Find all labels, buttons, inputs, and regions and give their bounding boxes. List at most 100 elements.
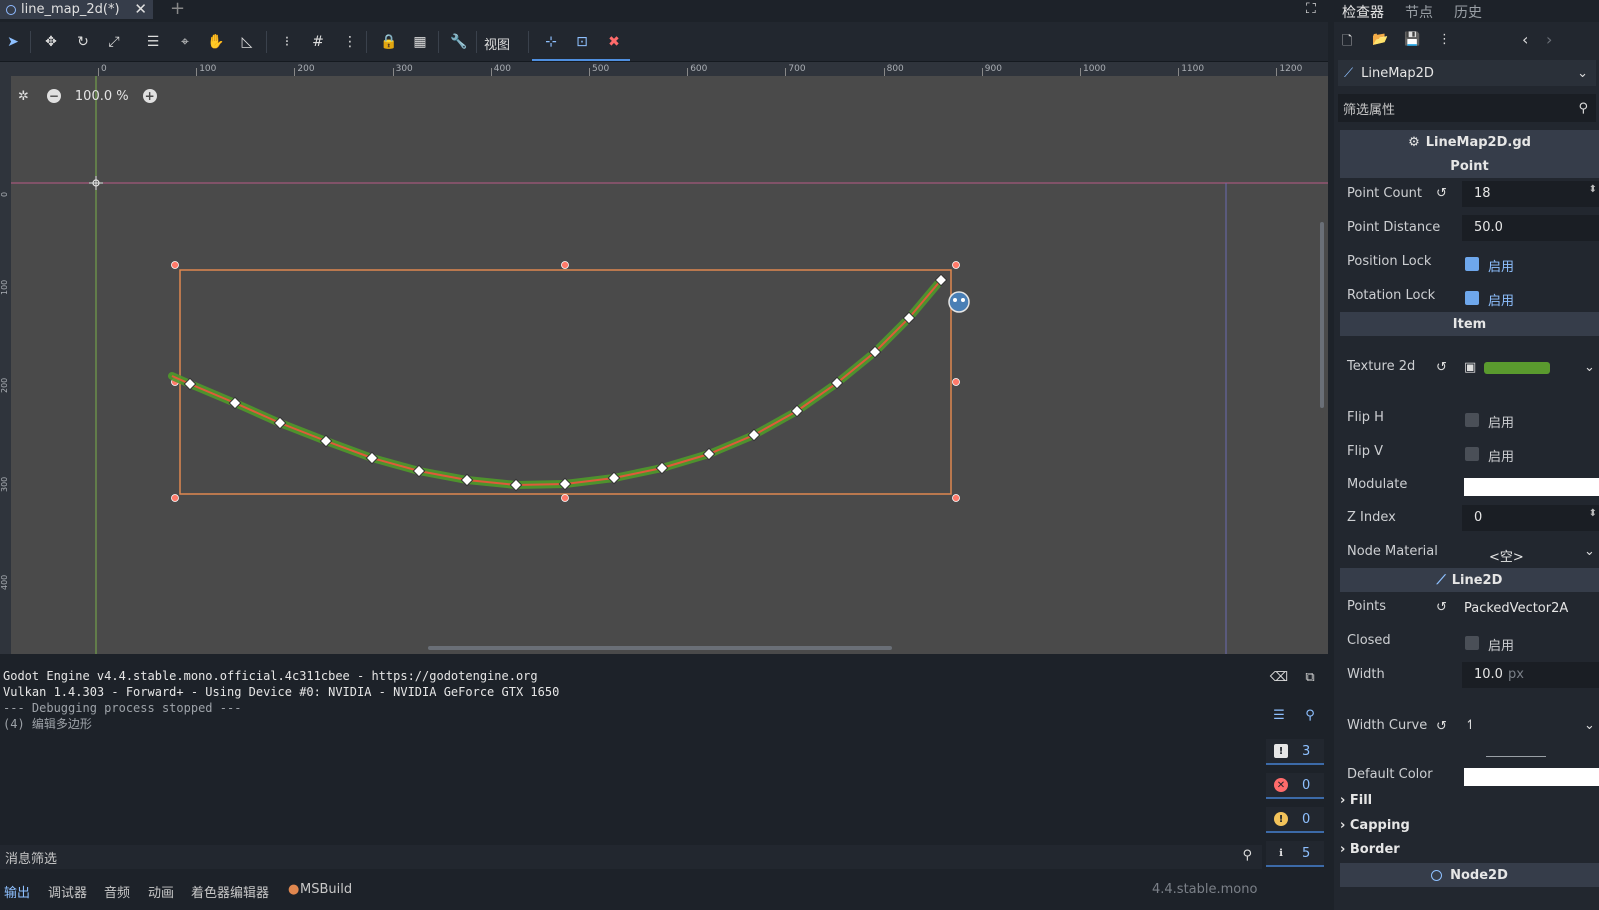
group-border[interactable]: › Border xyxy=(1340,842,1400,857)
group-fill[interactable]: › Fill xyxy=(1340,793,1372,808)
edit-points-icon[interactable]: ⊡ xyxy=(569,29,595,55)
smart-snap-icon[interactable]: ⁝ xyxy=(274,29,300,55)
tab-node[interactable]: 节点 xyxy=(1405,2,1433,22)
more-options-icon[interactable]: ⋮ xyxy=(1438,32,1451,47)
texture-preview[interactable] xyxy=(1484,362,1550,374)
point-distance-field[interactable]: 50.0 xyxy=(1462,215,1599,241)
center-view-icon[interactable]: ✲ xyxy=(18,89,29,104)
fullscreen-icon[interactable]: ⛶ xyxy=(1306,1,1316,17)
chevron-down-icon[interactable]: ⌄ xyxy=(1584,544,1595,559)
flip-v-check-label[interactable]: 启用 xyxy=(1488,446,1514,465)
grid-snap-icon[interactable]: # xyxy=(305,29,331,55)
revert-icon[interactable]: ↺ xyxy=(1436,600,1447,615)
collapse-log-icon[interactable]: ☰ xyxy=(1266,702,1292,728)
resize-handle[interactable] xyxy=(171,261,179,269)
search-log-icon[interactable]: ⚲ xyxy=(1297,702,1323,728)
points-value[interactable]: PackedVector2A xyxy=(1464,601,1568,616)
zoom-level[interactable]: 100.0 % xyxy=(75,89,129,104)
revert-icon[interactable]: ↺ xyxy=(1436,186,1447,201)
tab-msbuild[interactable]: MSBuild xyxy=(300,882,352,897)
section-point[interactable]: Point xyxy=(1340,154,1599,178)
move-mode-icon[interactable]: ✥ xyxy=(38,29,64,55)
section-node2d[interactable]: Node2D xyxy=(1340,863,1599,887)
messages-filter[interactable]: ! 3 xyxy=(1266,739,1324,765)
horizontal-scrollbar[interactable] xyxy=(428,646,892,650)
tab-inspector[interactable]: 检查器 xyxy=(1342,2,1384,22)
list-select-icon[interactable]: ☰ xyxy=(140,29,166,55)
rotate-mode-icon[interactable]: ↻ xyxy=(70,29,96,55)
resize-handle[interactable] xyxy=(561,494,569,502)
position-lock-checkbox[interactable] xyxy=(1465,257,1479,271)
warnings-count: 0 xyxy=(1302,811,1311,827)
open-resource-icon[interactable]: 📂 xyxy=(1372,32,1388,47)
add-tab-icon[interactable]: + xyxy=(170,0,185,19)
snap-options-icon[interactable]: ⋮ xyxy=(337,29,363,55)
chevron-down-icon[interactable]: ⌄ xyxy=(1584,360,1595,375)
modulate-color-swatch[interactable] xyxy=(1464,478,1599,496)
scene-tab[interactable]: line_map_2d(*) ✕ xyxy=(0,0,153,19)
skeleton-icon[interactable]: 🔧 xyxy=(446,29,472,55)
default-color-swatch[interactable] xyxy=(1464,768,1599,786)
delete-points-icon[interactable]: ✖ xyxy=(601,29,627,55)
tab-audio[interactable]: 音频 xyxy=(104,882,130,901)
property-filter-input[interactable]: 筛选属性 ⚲ xyxy=(1338,94,1596,122)
close-icon[interactable]: ✕ xyxy=(134,0,147,18)
rotation-lock-check-label[interactable]: 启用 xyxy=(1488,290,1514,309)
errors-filter[interactable]: ✕ 0 xyxy=(1266,773,1324,799)
flip-h-check-label[interactable]: 启用 xyxy=(1488,412,1514,431)
tab-debugger[interactable]: 调试器 xyxy=(48,882,87,901)
node-material-value[interactable]: <空> xyxy=(1489,546,1524,565)
lock-icon[interactable]: 🔒 xyxy=(376,29,402,55)
revert-icon[interactable]: ↺ xyxy=(1436,360,1447,375)
zoom-out-icon[interactable]: − xyxy=(46,89,61,103)
revert-icon[interactable]: ↺ xyxy=(1436,719,1447,734)
resize-handle[interactable] xyxy=(952,378,960,386)
section-line2d[interactable]: ⟋ Line2D xyxy=(1340,568,1599,592)
node-selector[interactable]: ⟋ LineMap2D ⌄ xyxy=(1338,60,1596,86)
pan-mode-icon[interactable]: ✋ xyxy=(203,29,229,55)
closed-checkbox[interactable] xyxy=(1465,636,1479,650)
canvas-drawing[interactable] xyxy=(0,62,1328,654)
tab-output[interactable]: 输出 xyxy=(4,882,30,901)
save-resource-icon[interactable]: 💾 xyxy=(1404,32,1420,47)
tab-shader-editor[interactable]: 着色器编辑器 xyxy=(191,882,269,901)
editor-messages-filter[interactable]: ℹ 5 xyxy=(1266,841,1324,867)
clear-log-icon[interactable]: ⌫ xyxy=(1266,664,1292,690)
message-filter-input[interactable]: 消息筛选 ⚲ xyxy=(0,845,1262,869)
history-back-icon[interactable]: ‹ xyxy=(1522,30,1528,49)
resize-handle[interactable] xyxy=(952,261,960,269)
zoom-in-icon[interactable]: + xyxy=(142,89,157,103)
flip-h-checkbox[interactable] xyxy=(1465,413,1479,427)
curve-preview[interactable] xyxy=(1486,756,1546,757)
canvas-viewport[interactable]: 0 100 200 300 400 500 600 700 800 900 1000 1100 1200… xyxy=(0,62,1328,654)
history-forward-icon[interactable]: › xyxy=(1546,30,1552,49)
closed-check-label[interactable]: 启用 xyxy=(1488,635,1514,654)
z-index-field[interactable]: 0 ⬍ xyxy=(1462,505,1599,531)
group-icon[interactable]: ▦ xyxy=(407,29,433,55)
resize-handle[interactable] xyxy=(952,494,960,502)
spinner-icon[interactable]: ⬍ xyxy=(1589,508,1597,519)
resize-handle[interactable] xyxy=(561,261,569,269)
tab-history[interactable]: 历史 xyxy=(1454,2,1482,22)
pivot-mode-icon[interactable]: ⌖ xyxy=(172,29,198,55)
scale-mode-icon[interactable]: ⤢ xyxy=(101,29,127,55)
copy-log-icon[interactable]: ⧉ xyxy=(1297,664,1323,690)
ruler-mode-icon[interactable]: ◺ xyxy=(234,29,260,55)
spinner-icon[interactable]: ⬍ xyxy=(1589,184,1597,195)
group-capping[interactable]: › Capping xyxy=(1340,818,1410,833)
tab-animation[interactable]: 动画 xyxy=(148,882,174,901)
resize-handle[interactable] xyxy=(171,494,179,502)
warnings-filter[interactable]: ! 0 xyxy=(1266,807,1324,833)
point-count-field[interactable]: 18 ⬍ xyxy=(1462,181,1599,207)
chevron-down-icon[interactable]: ⌄ xyxy=(1584,718,1595,733)
rotation-lock-checkbox[interactable] xyxy=(1465,291,1479,305)
vertical-scrollbar[interactable] xyxy=(1320,222,1324,408)
select-mode-icon[interactable]: ➤ xyxy=(0,29,26,55)
create-points-icon[interactable]: ⊹ xyxy=(538,29,564,55)
new-resource-icon[interactable]: 🗋 xyxy=(1342,32,1352,54)
view-menu[interactable]: 视图 xyxy=(484,34,510,53)
flip-v-checkbox[interactable] xyxy=(1465,447,1479,461)
section-item[interactable]: Item xyxy=(1340,312,1599,336)
width-field[interactable]: 10.0 px xyxy=(1462,662,1599,688)
position-lock-check-label[interactable]: 启用 xyxy=(1488,256,1514,275)
